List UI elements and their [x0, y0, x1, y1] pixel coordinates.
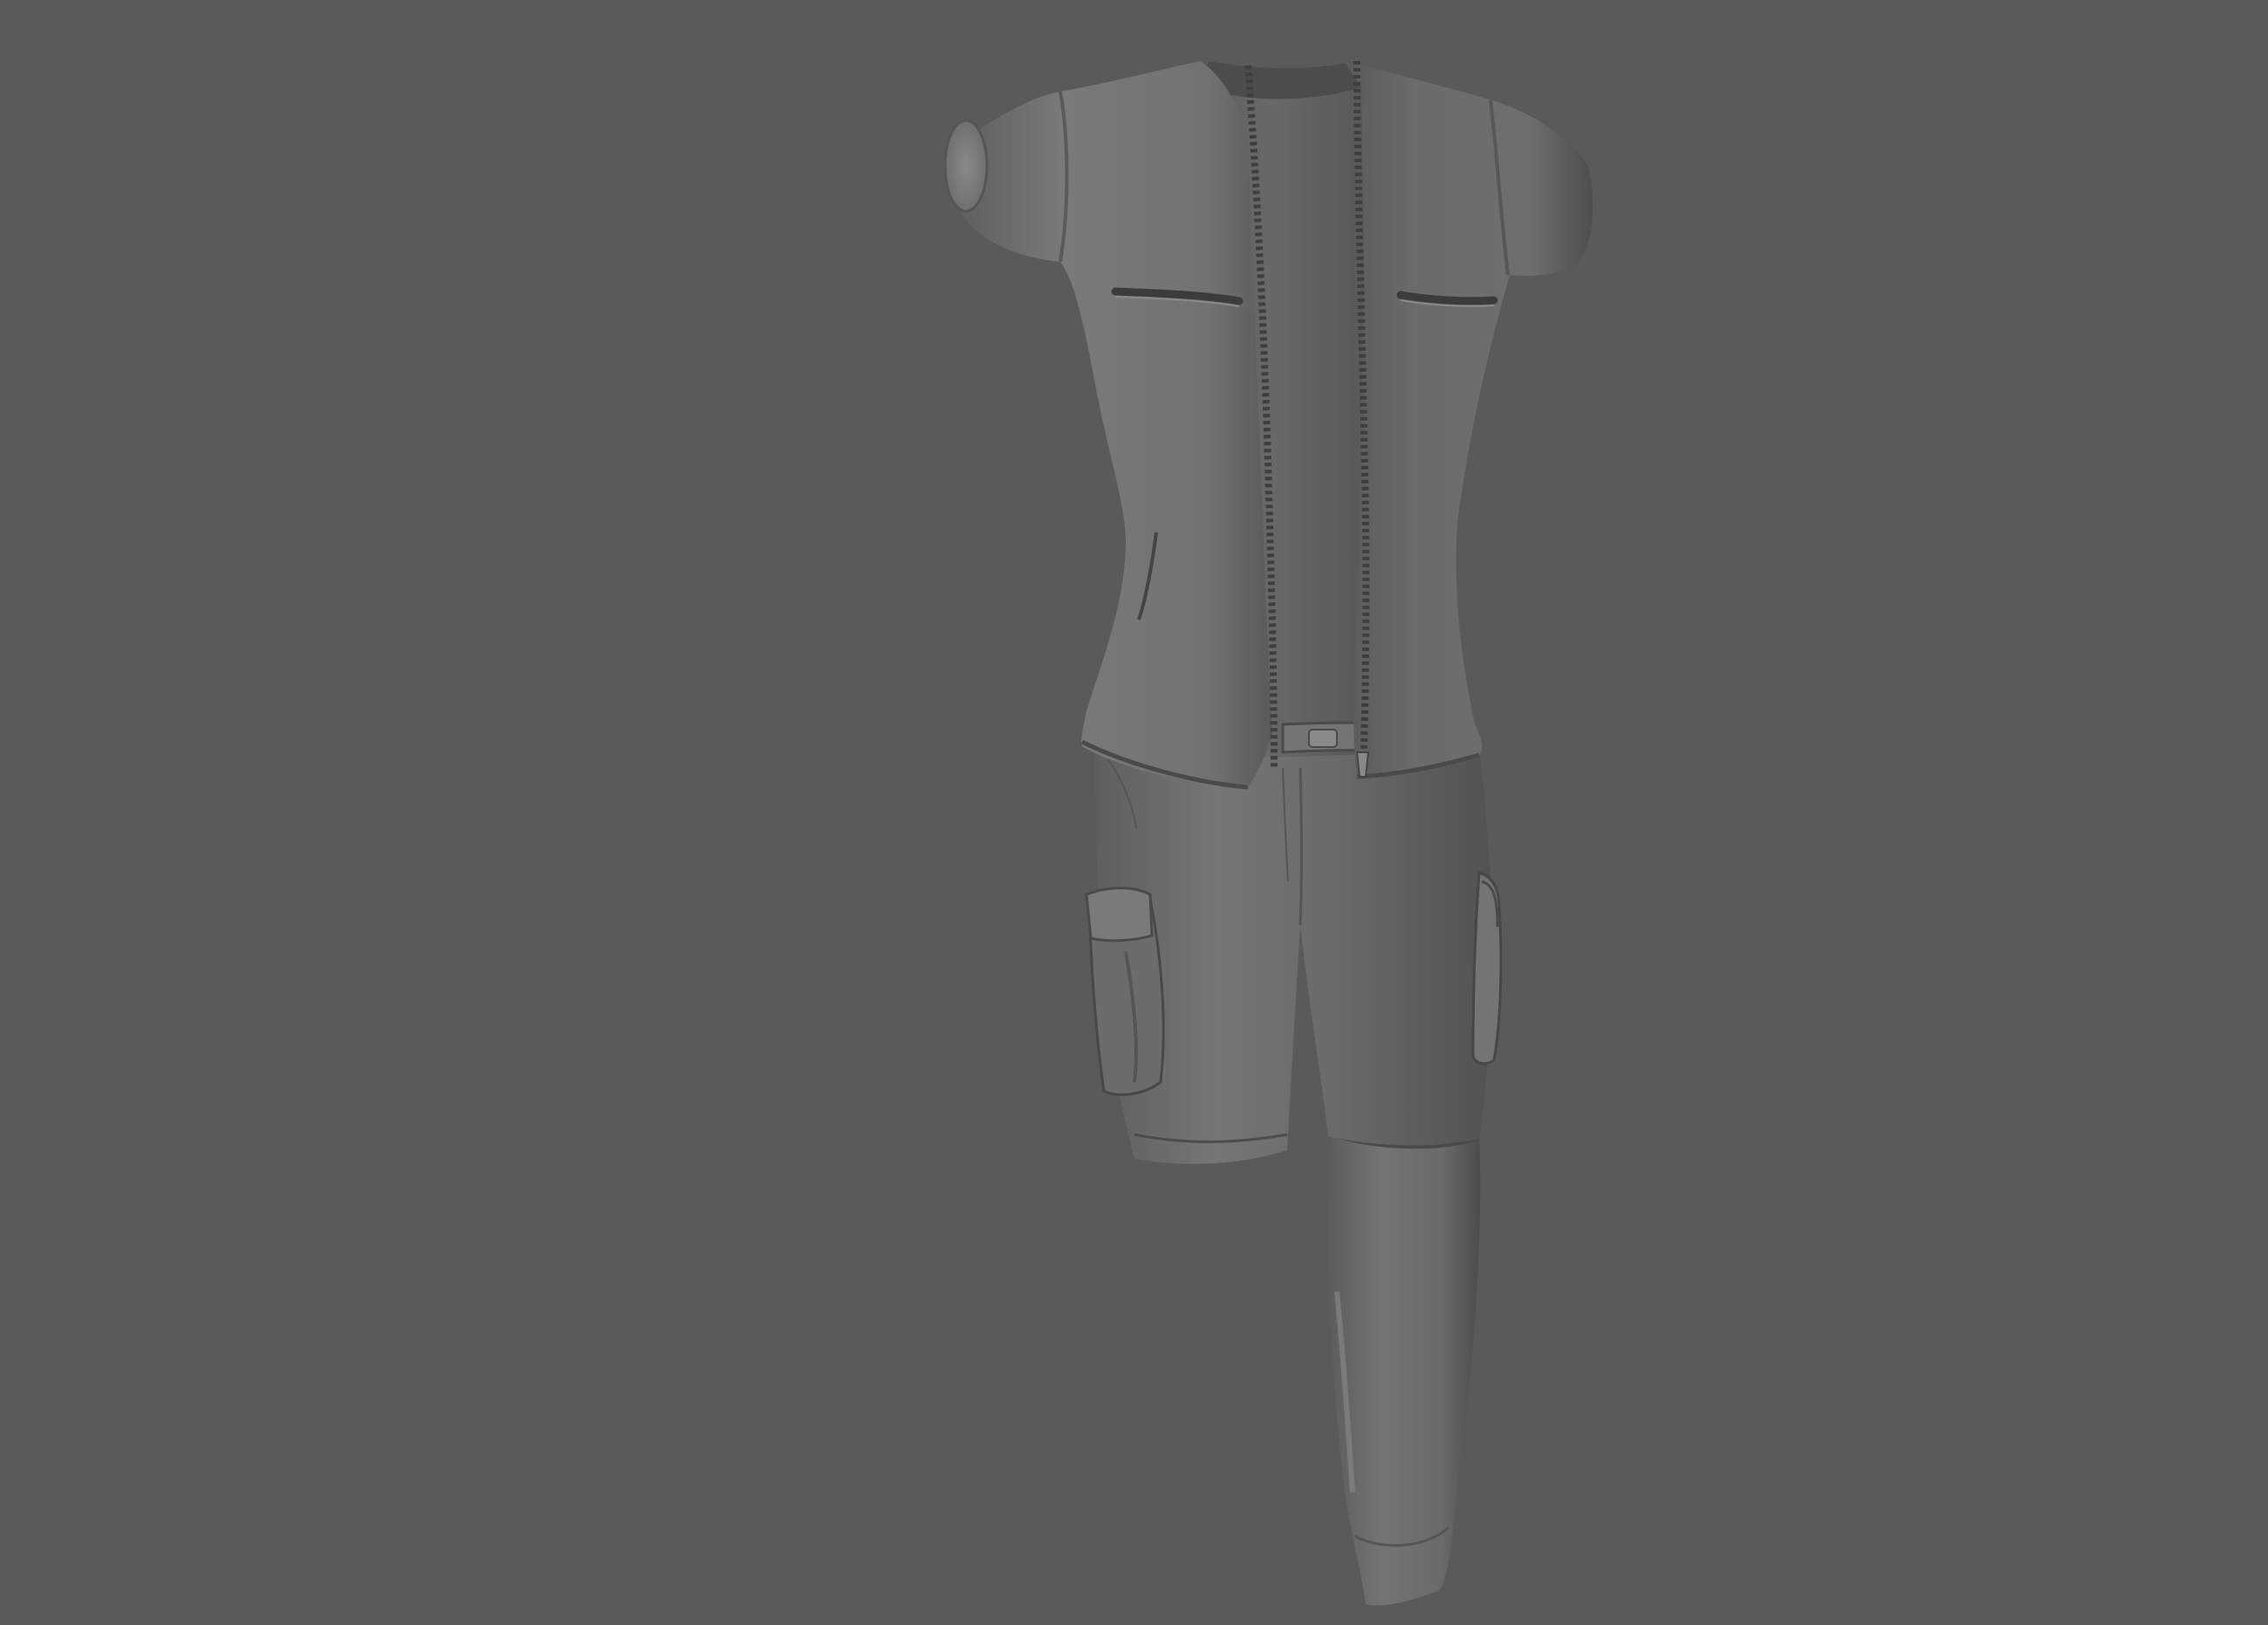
cargo-pocket-right [1471, 871, 1503, 1066]
pant-leg-extension [1327, 1133, 1481, 1606]
3d-viewport[interactable] [0, 0, 2268, 1625]
jacket-right-panel [1344, 61, 1593, 779]
cargo-pocket-left [1085, 887, 1165, 1096]
jacket-left-panel [943, 61, 1272, 790]
garment-model-render [943, 60, 1593, 1606]
